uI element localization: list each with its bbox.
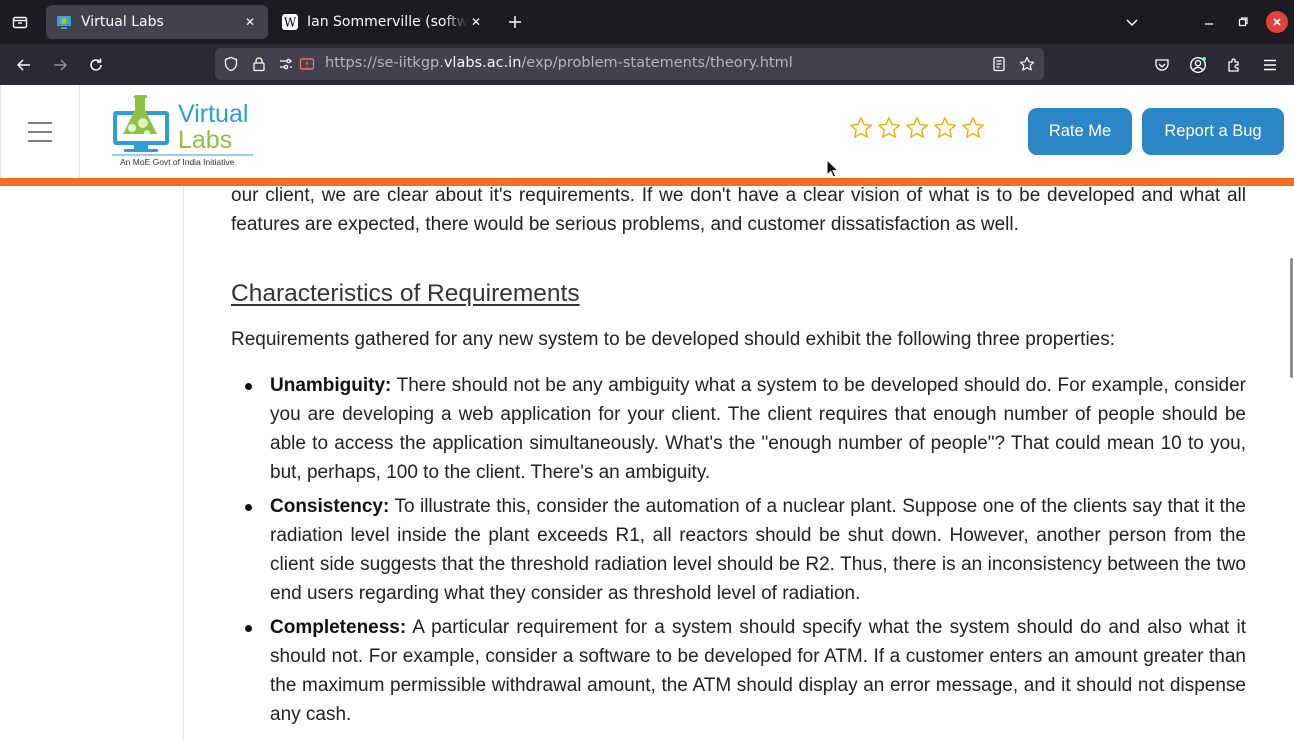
property-text: A particular requirement for a system sh…: [270, 617, 1246, 725]
left-sidebar: [0, 186, 184, 741]
property-text: There should not be any ambiguity what a…: [270, 375, 1246, 483]
star-icon[interactable]: [961, 116, 985, 140]
shield-icon[interactable]: [223, 56, 239, 72]
close-tab-icon[interactable]: ✕: [468, 14, 484, 30]
tab-virtual-labs[interactable]: Virtual Labs ✕: [46, 5, 268, 39]
lock-icon[interactable]: [251, 56, 267, 72]
property-text: To illustrate this, consider the automat…: [270, 496, 1246, 604]
reload-icon[interactable]: [83, 52, 109, 78]
report-bug-button[interactable]: Report a Bug: [1142, 108, 1284, 155]
star-icon[interactable]: [905, 116, 929, 140]
wikipedia-favicon-icon: W: [282, 14, 298, 30]
back-arrow-icon[interactable]: [11, 52, 37, 78]
chevron-down-icon[interactable]: [1120, 10, 1144, 34]
browser-tab-bar: Virtual Labs ✕ W Ian Sommerville (softwa…: [0, 0, 1294, 44]
list-item: Completeness: A particular requirement f…: [245, 613, 1246, 729]
tab-ian-sommerville[interactable]: W Ian Sommerville (software ✕: [272, 5, 494, 39]
scrollbar-thumb[interactable]: [1290, 258, 1293, 378]
svg-text:W: W: [284, 16, 297, 30]
logo-graphic: Virtual Labs: [112, 95, 253, 156]
list-all-tabs-icon[interactable]: [8, 10, 32, 34]
minimize-window-icon[interactable]: [1198, 11, 1220, 33]
rate-me-button[interactable]: Rate Me: [1028, 108, 1132, 155]
new-tab-plus-icon[interactable]: [503, 10, 527, 34]
close-window-icon[interactable]: [1266, 11, 1288, 33]
restore-window-icon[interactable]: [1232, 11, 1254, 33]
star-icon[interactable]: [877, 116, 901, 140]
star-rating[interactable]: [849, 116, 985, 140]
close-tab-icon[interactable]: ✕: [242, 14, 258, 30]
bookmark-star-icon[interactable]: [1019, 56, 1035, 72]
property-term: Completeness:: [270, 617, 407, 638]
list-item: Unambiguity: There should not be any amb…: [245, 371, 1246, 487]
hamburger-menu-icon[interactable]: [0, 85, 80, 178]
logo-text-bottom: Labs: [178, 126, 232, 154]
virtual-labs-favicon-icon: [56, 14, 72, 30]
site-header: Virtual Labs An MoE Govt of India Initia…: [0, 85, 1294, 178]
mouse-cursor-icon: [826, 159, 838, 178]
permissions-icon[interactable]: [278, 56, 294, 72]
address-bar[interactable]: https://se-iitkgp.vlabs.ac.in/exp/proble…: [215, 48, 1044, 80]
account-icon[interactable]: [1185, 52, 1211, 78]
virtual-labs-logo[interactable]: Virtual Labs An MoE Govt of India Initia…: [110, 93, 255, 171]
page-scrollbar[interactable]: [1287, 186, 1294, 741]
url-text[interactable]: https://se-iitkgp.vlabs.ac.in/exp/proble…: [325, 55, 793, 71]
section-heading: Characteristics of Requirements: [231, 280, 580, 307]
star-icon[interactable]: [849, 116, 873, 140]
lead-paragraph: Requirements gathered for any new system…: [231, 329, 1116, 350]
logo-text-top: Virtual: [178, 100, 248, 128]
pocket-icon[interactable]: [1149, 52, 1175, 78]
browser-nav-bar: https://se-iitkgp.vlabs.ac.in/exp/proble…: [0, 44, 1294, 85]
app-menu-icon[interactable]: [1257, 52, 1283, 78]
properties-list: Unambiguity: There should not be any amb…: [231, 371, 1246, 729]
intro-paragraph: our client, we are clear about it's requ…: [231, 185, 1246, 235]
property-term: Unambiguity:: [270, 375, 392, 396]
tab-title: Ian Sommerville (software: [307, 14, 468, 30]
extensions-icon[interactable]: [1221, 52, 1247, 78]
forward-arrow-icon[interactable]: [47, 52, 73, 78]
tab-title: Virtual Labs: [81, 14, 164, 30]
logo-tagline: An MoE Govt of India Initiative: [120, 157, 235, 167]
list-item: Consistency: To illustrate this, conside…: [245, 492, 1246, 608]
autoplay-blocked-icon[interactable]: [299, 56, 315, 72]
theory-content: our client, we are clear about it's requ…: [231, 180, 1246, 734]
property-term: Consistency:: [270, 496, 390, 517]
star-icon[interactable]: [933, 116, 957, 140]
reader-view-icon[interactable]: [991, 56, 1007, 72]
